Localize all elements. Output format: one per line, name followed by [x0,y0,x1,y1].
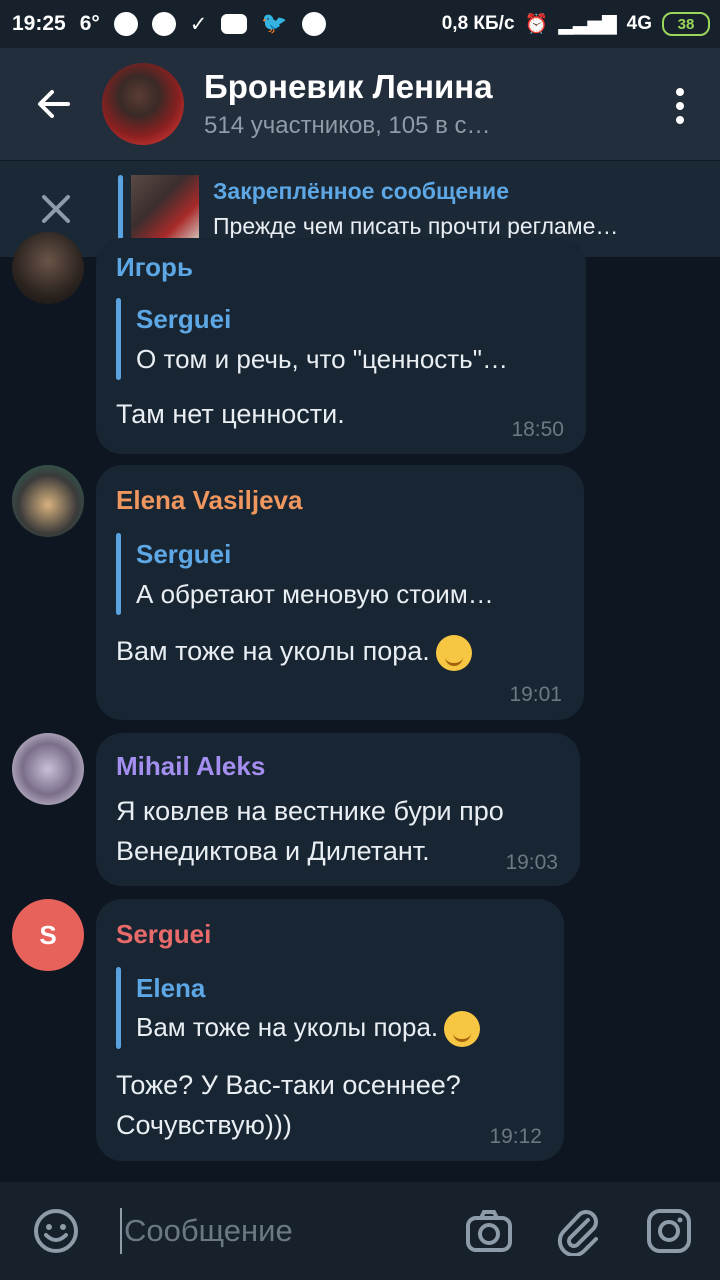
more-dot-icon [676,116,684,124]
message-sender: Serguei [116,919,212,949]
message-sender: Mihail Aleks [116,751,266,781]
message-time: 19:12 [489,1125,542,1148]
pinned-accent-bar [118,175,123,243]
check-icon: ✓ [189,12,208,36]
reply-accent-bar [116,967,121,1049]
pinned-thumbnail [131,175,199,243]
message-text: Там нет ценности. [116,399,345,429]
camera-icon[interactable] [464,1206,514,1256]
message-sender: Игорь [116,252,193,282]
avatar-elena-vasiljeva[interactable] [12,465,84,537]
reply-accent-bar [116,298,121,380]
battery-icon: 38 [662,12,710,36]
avatar-mihail-aleks[interactable] [12,733,84,805]
chat-info[interactable]: Броневик Ленина 514 участников, 105 в с… [204,68,493,140]
status-bar: 19:25 6° ✓ 🐦 0,8 КБ/с ⏰ ▂▃▅▇ 4G 38 [0,0,720,48]
message-time: 19:01 [509,683,562,706]
app-icon [151,12,176,36]
pinned-text: Прежде чем писать прочти регламе… [213,213,619,239]
instagram-icon[interactable] [644,1206,694,1256]
more-dot-icon [676,102,684,110]
emoji-picker-icon[interactable] [32,1207,80,1255]
reply-sender: Elena [136,973,206,1003]
telegram-icon [113,12,138,36]
message-time: 18:50 [511,418,564,441]
chat-avatar[interactable] [102,63,184,145]
reply-text: О том и речь, что "ценность"… [136,344,508,374]
avatar-letter: S [39,919,57,950]
battery-level: 38 [677,15,695,33]
message-sender: Elena Vasiljeva [116,485,303,515]
reply-text: А обретают меновую стоим… [136,579,494,609]
status-time: 19:25 [12,12,66,35]
smiling-emoji-icon [435,634,472,671]
message-text-line: Венедиктова и Дилетант. [116,836,430,866]
text-cursor [120,1208,122,1254]
pinned-close-button[interactable] [28,181,84,237]
smiling-emoji-icon [444,1011,481,1047]
chat-subtitle: 514 участников, 105 в с… [204,112,491,139]
reply-text: Вам тоже на уколы пора. [136,1011,439,1042]
network-speed: 0,8 КБ/с [441,13,515,34]
chat-title: Броневик Ленина [204,68,493,105]
message-input[interactable]: Сообщение [124,1213,293,1249]
message-bubble[interactable]: Mihail Aleks Я ковлев на вестнике бури п… [96,733,580,886]
message-bubble[interactable]: Elena Vasiljeva Serguei А обретают менов… [96,465,584,720]
message-bubble[interactable]: Serguei Elena Вам тоже на уколы пора. То… [96,899,564,1161]
avatar-serguei[interactable]: S [12,899,84,971]
viber-icon [301,12,326,36]
back-button[interactable] [26,76,82,132]
reply-accent-bar [116,533,121,615]
chat-header: Броневик Ленина 514 участников, 105 в с… [0,48,720,160]
message-text-line: Тоже? У Вас-таки осеннее? [116,1070,461,1100]
youtube-icon [221,14,248,34]
arrow-left-icon [38,90,70,118]
network-type: 4G [626,13,652,34]
reply-sender: Serguei [136,539,232,569]
status-temperature: 6° [79,12,100,35]
message-bubble[interactable]: Игорь Serguei О том и речь, что "ценност… [96,238,586,454]
alarm-icon: ⏰ [524,14,549,35]
message-text-line: Сочувствую))) [116,1110,292,1140]
signal-icon: ▂▃▅▇ [558,13,617,35]
message-text-line: Я ковлев на вестнике бури про [116,796,504,826]
close-icon [42,195,70,223]
twitter-icon: 🐦 [261,12,288,35]
avatar-igor[interactable] [12,232,84,304]
more-dot-icon [676,88,684,96]
message-time: 19:03 [505,851,558,874]
pinned-title: Закреплённое сообщение [213,178,509,204]
attachment-icon[interactable] [554,1206,604,1256]
message-text: Вам тоже на уколы пора. [116,636,430,666]
message-input-bar: Сообщение [0,1182,720,1280]
more-menu-button[interactable] [670,88,690,124]
reply-sender: Serguei [136,304,232,334]
